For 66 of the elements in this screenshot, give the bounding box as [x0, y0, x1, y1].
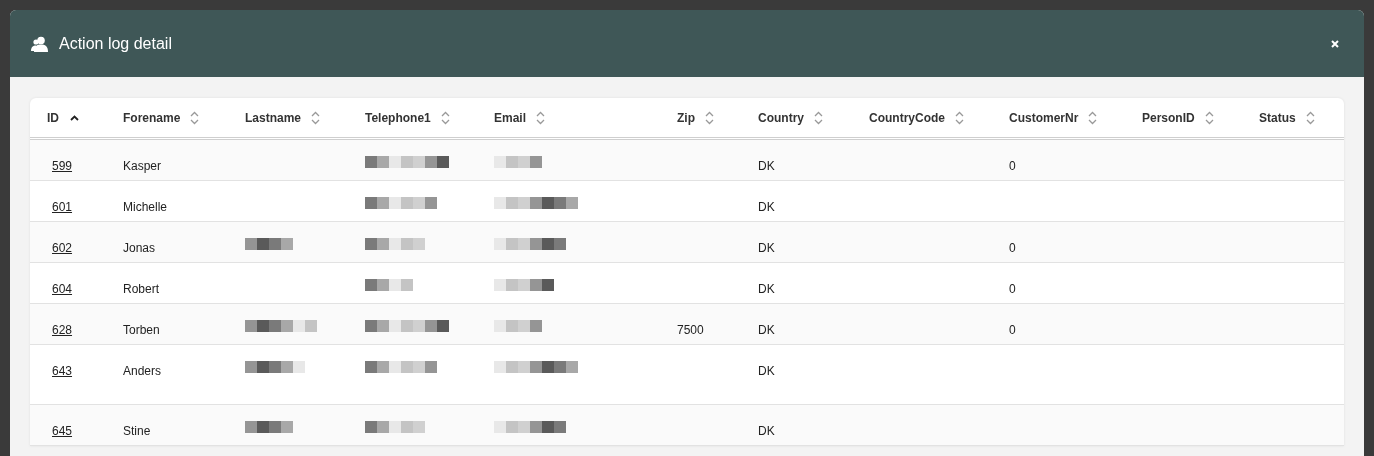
sort-icon — [311, 110, 321, 125]
table-cell: DK — [758, 364, 775, 378]
redacted-drawing — [494, 238, 566, 250]
users-icon — [31, 35, 49, 52]
table-cell: Stine — [123, 424, 151, 438]
table-cell: DK — [758, 241, 775, 255]
column-header[interactable]: Email — [494, 108, 677, 127]
column-header[interactable]: Telephone1 — [365, 108, 494, 127]
column-header[interactable]: ID — [47, 108, 123, 127]
table-cell: Jonas — [123, 241, 156, 255]
column-header[interactable]: CountryCode — [869, 108, 1009, 127]
column-header[interactable]: Status — [1259, 108, 1344, 127]
sort-icon — [1305, 110, 1315, 125]
column-header[interactable]: Forename — [123, 108, 245, 127]
redacted-drawing — [365, 421, 425, 433]
redacted-drawing — [494, 320, 542, 332]
id-link[interactable]: 643 — [52, 364, 73, 378]
sort-icon — [536, 110, 545, 125]
column-header[interactable]: PersonID — [1142, 108, 1259, 127]
table-cell: Michelle — [123, 200, 167, 214]
redacted-drawing — [494, 421, 566, 433]
table-cell: 0 — [1009, 282, 1016, 296]
sort-icon — [190, 110, 200, 125]
id-link[interactable]: 599 — [52, 159, 73, 173]
table-cell: 0 — [1009, 241, 1016, 255]
table-cell: DK — [758, 323, 775, 337]
redacted-drawing — [245, 361, 305, 373]
sort-icon — [955, 110, 964, 125]
table-cell: 0 — [1009, 159, 1016, 173]
redacted-drawing — [245, 238, 293, 250]
column-header[interactable]: Country — [758, 108, 869, 127]
table-cell: DK — [758, 424, 775, 438]
sort-icon — [1204, 110, 1214, 125]
id-link[interactable]: 602 — [52, 241, 73, 255]
redacted-drawing — [494, 279, 554, 291]
close-button[interactable] — [1329, 37, 1341, 50]
column-header[interactable]: Zip — [677, 108, 758, 127]
dialog-title: Action log detail — [59, 33, 172, 54]
sort-icon — [705, 110, 714, 125]
redacted-drawing — [365, 361, 437, 373]
sort-icon — [440, 110, 450, 125]
redacted-drawing — [365, 197, 437, 209]
sort-icon — [1088, 110, 1098, 125]
redacted-drawing — [365, 238, 425, 250]
column-header[interactable]: Lastname — [245, 108, 365, 127]
close-icon — [1331, 39, 1339, 48]
id-link[interactable]: 645 — [52, 424, 73, 438]
id-link[interactable]: 628 — [52, 323, 73, 337]
table-cell: Robert — [123, 282, 160, 296]
sort-icon — [814, 110, 823, 125]
column-header[interactable]: CustomerNr — [1009, 108, 1142, 127]
redacted-drawing — [365, 279, 413, 291]
table-cell: DK — [758, 200, 775, 214]
table-cell: 7500 — [677, 323, 704, 337]
table-cell: Anders — [123, 364, 162, 378]
id-link[interactable]: 601 — [52, 200, 73, 214]
table-cell: DK — [758, 159, 775, 173]
table-cell: 0 — [1009, 323, 1016, 337]
table-cell: Torben — [123, 323, 160, 337]
redacted-drawing — [245, 421, 293, 433]
table-cell: DK — [758, 282, 775, 296]
redacted-drawing — [494, 156, 542, 168]
sort-ascending-icon — [70, 114, 79, 121]
redacted-drawing — [245, 320, 317, 332]
id-link[interactable]: 604 — [52, 282, 73, 296]
table-cell: Kasper — [123, 159, 162, 173]
